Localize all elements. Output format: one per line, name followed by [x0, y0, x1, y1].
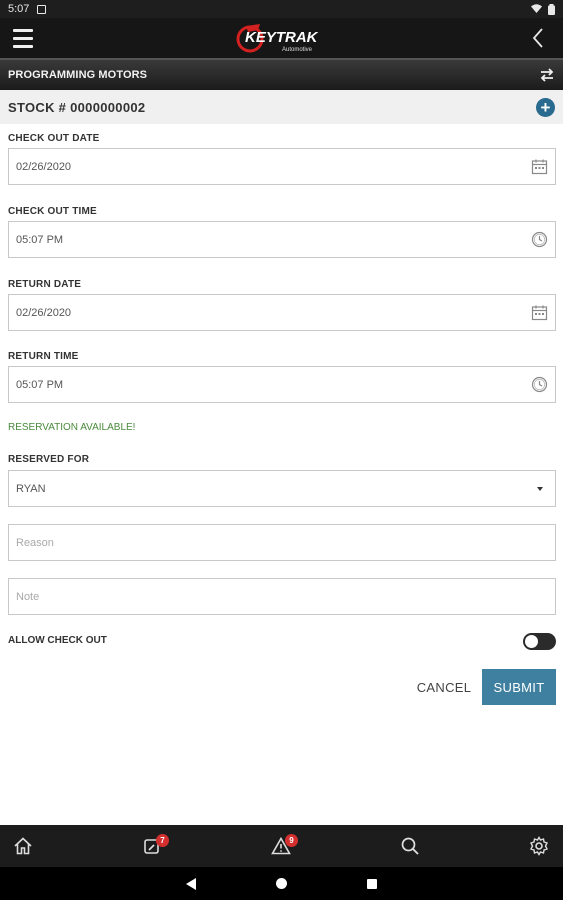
checkout-date-value: 02/26/2020 [16, 160, 72, 173]
reserved-for-value: RYAN [16, 482, 46, 495]
swap-icon[interactable] [539, 67, 555, 83]
section-header: PROGRAMMING MOTORS [0, 58, 563, 90]
home-icon [14, 837, 32, 855]
return-date-label: RETURN DATE [8, 279, 82, 290]
status-bar: 5:07 [0, 0, 563, 18]
hamburger-menu-button[interactable] [0, 18, 46, 58]
add-icon[interactable]: + [536, 97, 555, 117]
system-navigation-bar [0, 867, 563, 900]
search-icon [401, 837, 419, 855]
checkout-time-field[interactable]: 05:07 PM [8, 221, 556, 258]
reason-placeholder: Reason [16, 536, 54, 549]
nav-keys[interactable] [129, 825, 175, 867]
keys-badge: 7 [156, 834, 169, 847]
gear-icon [530, 836, 548, 856]
clock-icon[interactable] [531, 376, 548, 393]
calendar-icon[interactable] [531, 158, 548, 175]
system-home-icon[interactable] [276, 878, 287, 889]
nav-alerts[interactable] [258, 825, 304, 867]
back-chevron-icon[interactable] [527, 26, 551, 50]
checkout-date-label: CHECK OUT DATE [8, 133, 100, 144]
reserved-for-label: RESERVED FOR [8, 454, 90, 465]
section-title: PROGRAMMING MOTORS [8, 69, 148, 81]
checkout-time-value: 05:07 PM [16, 233, 64, 246]
bottom-navigation: 7 9 [0, 825, 563, 867]
reservation-status-message: RESERVATION AVAILABLE! [8, 422, 136, 433]
note-placeholder: Note [16, 590, 40, 603]
return-time-field[interactable]: 05:07 PM [8, 366, 556, 403]
nav-search[interactable] [387, 825, 433, 867]
app-bar: KEYTRAK Automotive [0, 18, 563, 58]
return-time-value: 05:07 PM [16, 378, 64, 391]
reserved-for-select[interactable]: RYAN [8, 470, 556, 507]
submit-button[interactable]: SUBMIT [482, 669, 556, 705]
nav-settings[interactable] [516, 825, 562, 867]
stock-number: STOCK # 0000000002 [8, 99, 146, 115]
system-back-icon[interactable] [186, 878, 196, 890]
dropdown-arrow-icon [537, 486, 543, 491]
checkout-time-label: CHECK OUT TIME [8, 206, 97, 217]
return-time-label: RETURN TIME [8, 351, 79, 362]
wifi-icon [531, 4, 542, 13]
clock-icon[interactable] [531, 231, 548, 248]
system-recents-icon[interactable] [367, 879, 377, 889]
calendar-icon[interactable] [531, 304, 548, 321]
status-icons [531, 3, 555, 15]
keytrak-logo: KEYTRAK Automotive [236, 24, 319, 53]
stock-bar: STOCK # 0000000002 + [0, 90, 563, 124]
alerts-badge: 9 [285, 834, 298, 847]
battery-icon [548, 3, 555, 15]
status-time: 5:07 [8, 3, 30, 15]
reason-input[interactable]: Reason [8, 524, 556, 561]
allow-checkout-label: ALLOW CHECK OUT [8, 635, 107, 646]
return-date-value: 02/26/2020 [16, 306, 72, 319]
return-date-field[interactable]: 02/26/2020 [8, 294, 556, 331]
nav-home[interactable] [0, 825, 46, 867]
toggle-knob [525, 635, 538, 648]
svg-text:Automotive: Automotive [282, 47, 313, 53]
checkout-date-field[interactable]: 02/26/2020 [8, 148, 556, 185]
cancel-button[interactable]: CANCEL [408, 669, 480, 705]
svg-text:KEYTRAK: KEYTRAK [245, 29, 319, 46]
allow-checkout-toggle[interactable] [523, 633, 556, 650]
notification-icon [37, 4, 47, 14]
note-input[interactable]: Note [8, 578, 556, 615]
